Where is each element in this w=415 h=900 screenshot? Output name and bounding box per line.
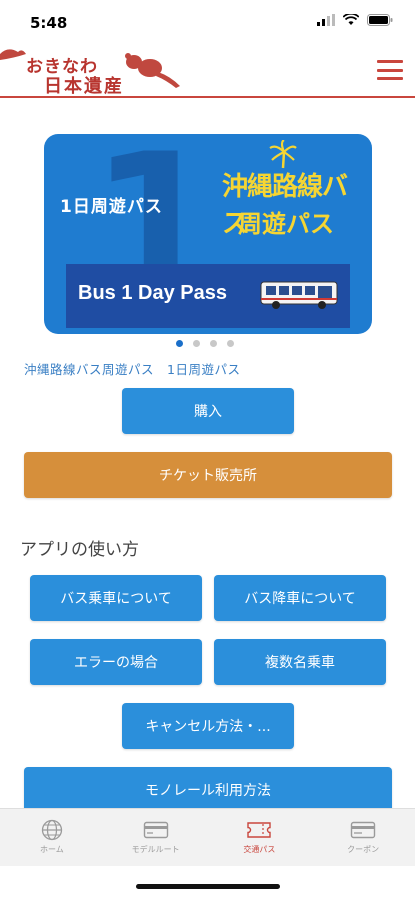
signal-icon: [317, 14, 335, 26]
monorail-button[interactable]: モノレール利用方法: [24, 767, 392, 813]
okinawa-heritage-logo[interactable]: おきなわ 日本遺産: [0, 46, 190, 97]
boarding-button[interactable]: バス乗車について: [30, 575, 202, 621]
status-bar: 5:48: [0, 0, 415, 44]
status-time: 5:48: [30, 14, 68, 32]
battery-icon: [367, 14, 393, 26]
tab-model-route[interactable]: モデルルート: [104, 809, 208, 866]
home-indicator[interactable]: [136, 884, 280, 889]
banner-yellow-line2: 周遊パス: [238, 209, 334, 238]
banner-title-en: Bus 1 Day Pass: [78, 282, 227, 304]
wifi-icon: [343, 14, 359, 25]
menu-bar: [377, 68, 403, 72]
tab-bar: ホーム モデルルート 交通パス クーポン: [0, 808, 415, 866]
pass-banner[interactable]: 1 1日周遊パス 沖縄路線バス 周遊パス Bus 1 Day Pass: [44, 134, 372, 334]
globe-icon: [41, 819, 63, 841]
tab-home[interactable]: ホーム: [0, 809, 104, 866]
carousel-dot[interactable]: [227, 340, 234, 347]
tab-label: クーポン: [347, 845, 380, 854]
app-header: おきなわ 日本遺産: [0, 44, 415, 98]
carousel-dot[interactable]: [210, 340, 217, 347]
cancel-method-button[interactable]: キャンセル方法・...: [122, 703, 294, 749]
ticket-office-button[interactable]: チケット販売所: [24, 452, 392, 498]
ticket-icon: [247, 822, 272, 838]
bus-icon: [260, 281, 338, 309]
menu-bar: [377, 77, 403, 80]
howto-title: アプリの使い方: [20, 540, 139, 560]
tab-transport-pass[interactable]: 交通パス: [208, 809, 312, 866]
tab-label: 交通パス: [243, 845, 276, 854]
banner-en-strip: Bus 1 Day Pass: [66, 264, 350, 328]
menu-icon[interactable]: [377, 60, 403, 80]
banner-yellow-title: 沖縄路線バス 周遊パス: [216, 140, 366, 246]
carousel-dot[interactable]: [193, 340, 200, 347]
logo-line2: 日本遺産: [44, 76, 124, 97]
pass-caption: 沖縄路線バス周遊パス 1日周遊パス: [24, 362, 241, 377]
status-icons: [317, 14, 393, 26]
carousel-dot[interactable]: [176, 340, 183, 347]
multiple-riders-button[interactable]: 複数名乗車: [214, 639, 386, 685]
menu-bar: [377, 60, 403, 63]
tab-label: ホーム: [39, 845, 64, 854]
error-button[interactable]: エラーの場合: [30, 639, 202, 685]
carousel-dots: [176, 340, 234, 347]
tab-coupon[interactable]: クーポン: [311, 809, 415, 866]
purchase-button[interactable]: 購入: [122, 388, 294, 434]
card-icon: [143, 821, 168, 839]
tab-label: モデルルート: [131, 845, 180, 854]
coupon-icon: [350, 821, 376, 839]
banner-title-ja: 1日周遊パス: [60, 197, 163, 217]
alighting-button[interactable]: バス降車について: [214, 575, 386, 621]
